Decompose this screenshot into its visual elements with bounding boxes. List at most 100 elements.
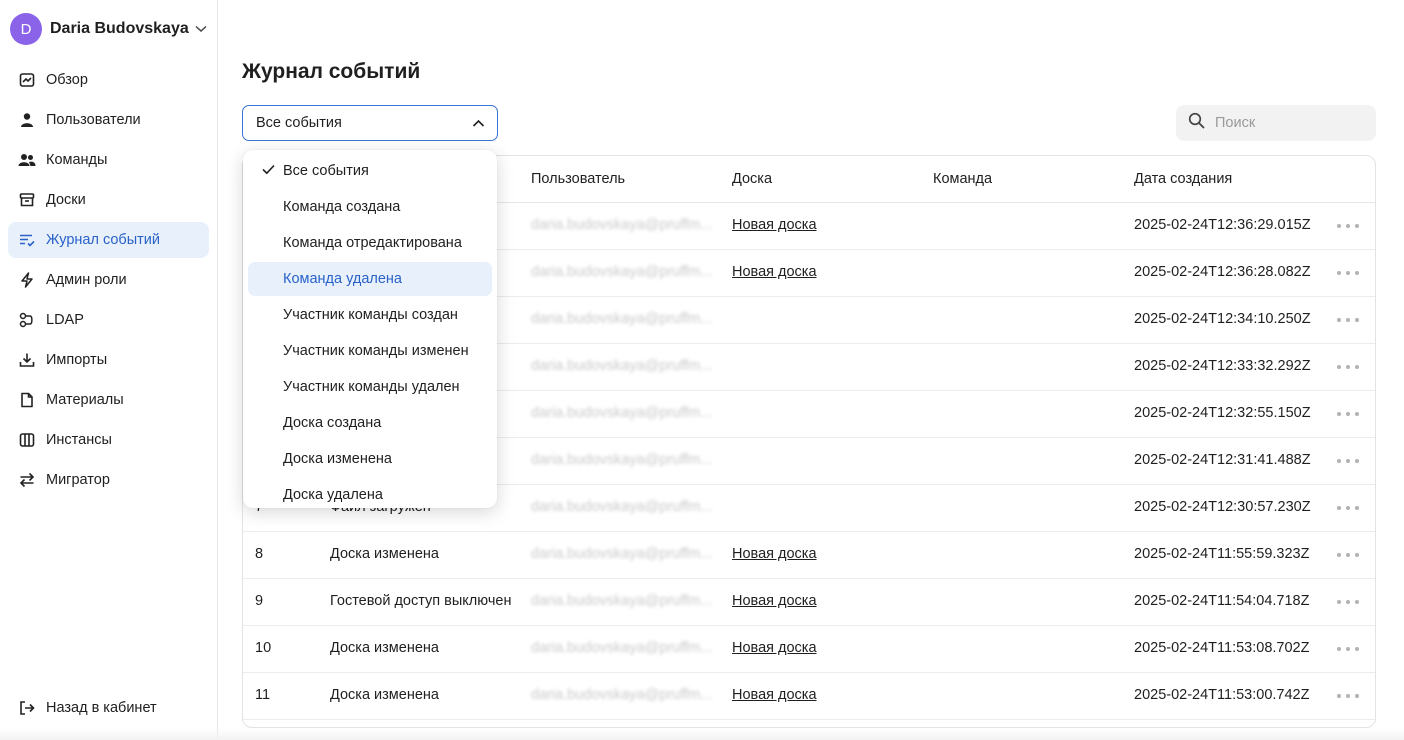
row-board-link[interactable]: Новая доска (732, 593, 817, 609)
sidebar-item-label: Материалы (46, 392, 124, 408)
more-icon[interactable] (1337, 600, 1359, 606)
sidebar-item-materials[interactable]: Материалы (8, 382, 209, 418)
more-icon[interactable] (1337, 271, 1359, 277)
column-header-created-date: Дата создания (1134, 171, 1233, 187)
sidebar-item-instances[interactable]: Инстансы (8, 422, 209, 458)
row-number: 8 (255, 546, 264, 562)
more-icon[interactable] (1337, 365, 1359, 371)
sidebar-item-teams[interactable]: Команды (8, 142, 209, 178)
sidebar-item-admin-roles[interactable]: Админ роли (8, 262, 209, 298)
sidebar-nav: Обзор Пользователи Команды Доски Журнал … (8, 62, 209, 502)
sidebar-item-label: Импорты (46, 352, 108, 368)
log-icon (18, 231, 36, 249)
row-board-link[interactable]: Новая доска (732, 264, 817, 280)
row-user: daria.budovskaya@pruffm... (531, 640, 713, 656)
row-board-link[interactable]: Новая доска (732, 546, 817, 562)
sidebar-item-label: Инстансы (46, 432, 112, 448)
dropdown-option[interactable]: Все события (248, 154, 492, 188)
column-header-team: Команда (933, 171, 993, 187)
avatar: D (10, 13, 42, 45)
row-user: daria.budovskaya@pruffm... (531, 593, 713, 609)
more-icon[interactable] (1337, 459, 1359, 465)
dropdown-option[interactable]: Команда удалена (248, 262, 492, 296)
event-filter-value: Все события (256, 115, 342, 131)
dropdown-option[interactable]: Участник команды создан (248, 298, 492, 332)
dropdown-option-label: Доска изменена (283, 451, 392, 467)
row-date: 2025-02-24T12:36:28.082Z (1134, 264, 1311, 280)
chevron-down-icon (195, 25, 207, 33)
sidebar-item-label: Команды (46, 152, 108, 168)
user-menu[interactable]: D Daria Budovskaya (10, 13, 207, 45)
dropdown-option-label: Участник команды удален (283, 379, 460, 395)
dropdown-option[interactable]: Доска создана (248, 406, 492, 440)
dropdown-option[interactable]: Участник команды удален (248, 370, 492, 404)
dropdown-option-label: Команда создана (283, 199, 401, 215)
column-header-user: Пользователь (531, 171, 626, 187)
sidebar-item-label: LDAP (46, 312, 84, 328)
bolt-icon (18, 271, 36, 289)
table-row[interactable]: 9 Гостевой доступ выключен daria.budovskay… (243, 579, 1375, 626)
swap-icon (18, 471, 36, 489)
dropdown-option-label: Доска создана (283, 415, 382, 431)
bottom-fade (0, 728, 1404, 740)
user-name: Daria Budovskaya (50, 20, 189, 37)
sidebar-item-ldap[interactable]: LDAP (8, 302, 209, 338)
row-date: 2025-02-24T12:34:10.250Z (1134, 311, 1311, 327)
back-to-cabinet-link[interactable]: Назад в кабинет (8, 690, 209, 726)
dropdown-option[interactable]: Участник команды изменен (248, 334, 492, 368)
table-row[interactable]: 11 Доска изменена daria.budovskaya@pruffm.… (243, 673, 1375, 720)
check-icon (262, 164, 275, 175)
sidebar-item-event-log[interactable]: Журнал событий (8, 222, 209, 258)
row-number: 10 (255, 640, 272, 656)
row-board-link[interactable]: Новая доска (732, 217, 817, 233)
archive-icon (18, 191, 36, 209)
more-icon[interactable] (1337, 318, 1359, 324)
dropdown-option-label: Команда отредактирована (283, 235, 462, 251)
row-date: 2025-02-24T11:53:08.702Z (1134, 640, 1310, 656)
row-board-link[interactable]: Новая доска (732, 687, 817, 703)
dropdown-option-label: Все события (283, 163, 369, 179)
row-date: 2025-02-24T12:36:29.015Z (1134, 217, 1311, 233)
search-input[interactable] (1215, 115, 1365, 131)
sidebar-item-boards[interactable]: Доски (8, 182, 209, 218)
table-row[interactable]: 8 Доска изменена daria.budovskaya@pruffm..… (243, 532, 1375, 579)
row-number: 9 (255, 593, 264, 609)
dropdown-option-label: Доска удалена (283, 487, 383, 503)
row-board-link[interactable]: Новая доска (732, 640, 817, 656)
more-icon[interactable] (1337, 647, 1359, 653)
event-filter-select[interactable]: Все события (242, 105, 498, 141)
sidebar: D Daria Budovskaya Обзор Пользователи Ко… (0, 0, 218, 740)
row-user: daria.budovskaya@pruffm... (531, 687, 713, 703)
row-user: daria.budovskaya@pruffm... (531, 217, 713, 233)
more-icon[interactable] (1337, 694, 1359, 700)
table-row[interactable]: 10 Доска изменена daria.budovskaya@pruffm.… (243, 626, 1375, 673)
dropdown-option[interactable]: Команда создана (248, 190, 492, 224)
row-user: daria.budovskaya@pruffm... (531, 546, 713, 562)
row-event: Гостевой доступ выключен (330, 593, 512, 609)
sidebar-item-imports[interactable]: Импорты (8, 342, 209, 378)
row-number: 11 (255, 687, 271, 703)
more-icon[interactable] (1337, 412, 1359, 418)
row-user: daria.budovskaya@pruffm... (531, 499, 713, 515)
dropdown-option[interactable]: Доска изменена (248, 442, 492, 476)
dropdown-option-label: Участник команды изменен (283, 343, 469, 359)
columns-icon (18, 431, 36, 449)
sidebar-item-label: Мигратор (46, 472, 110, 488)
row-date: 2025-02-24T12:30:57.230Z (1134, 499, 1311, 515)
dropdown-option[interactable]: Доска удалена (248, 478, 492, 508)
more-icon[interactable] (1337, 553, 1359, 559)
dropdown-option[interactable]: Команда отредактирована (248, 226, 492, 260)
sidebar-item-label: Пользователи (46, 112, 141, 128)
sidebar-item-migrator[interactable]: Мигратор (8, 462, 209, 498)
chevron-up-icon (472, 117, 485, 130)
row-date: 2025-02-24T12:31:41.488Z (1134, 452, 1311, 468)
search-box[interactable] (1176, 105, 1376, 141)
team-icon (18, 151, 36, 169)
sidebar-footer: Назад в кабинет (8, 690, 209, 730)
logout-icon (18, 699, 36, 717)
more-icon[interactable] (1337, 506, 1359, 512)
row-date: 2025-02-24T11:55:59.323Z (1134, 546, 1310, 562)
more-icon[interactable] (1337, 224, 1359, 230)
sidebar-item-overview[interactable]: Обзор (8, 62, 209, 98)
sidebar-item-users[interactable]: Пользователи (8, 102, 209, 138)
